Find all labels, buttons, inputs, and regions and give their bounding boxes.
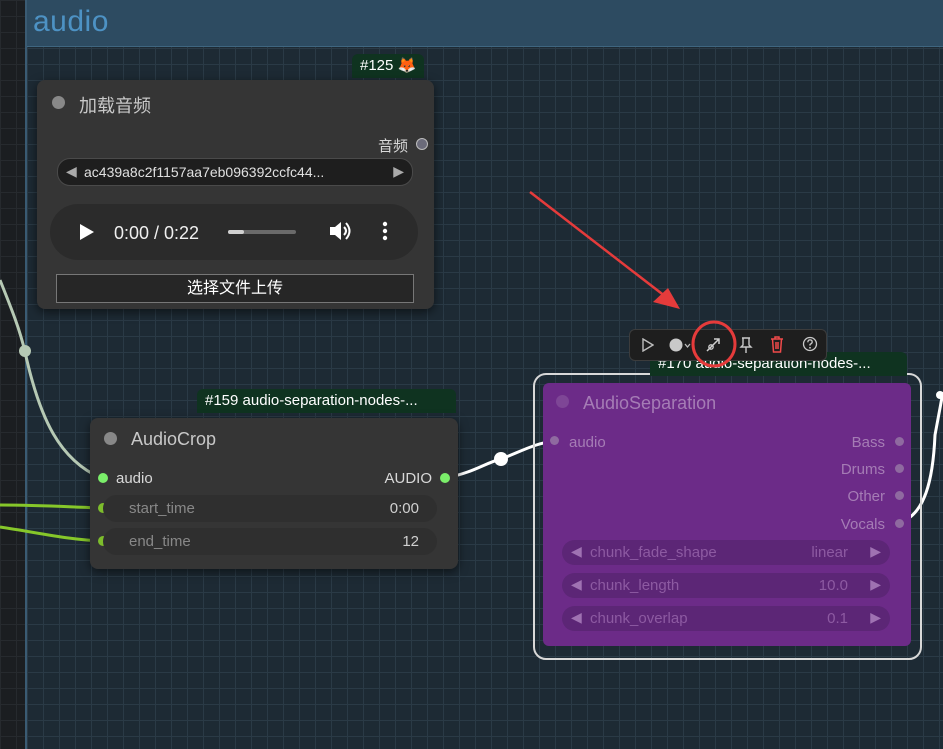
wire-start-time xyxy=(0,503,104,510)
player-progress-track[interactable] xyxy=(228,230,296,234)
delete-icon[interactable] xyxy=(770,336,784,353)
audio-separation-node[interactable]: AudioSeparation audio Bass Drums Other V… xyxy=(543,383,911,646)
audio-file-value: ac439a8c2f1157aa7eb096392ccfc44... xyxy=(84,164,325,180)
widget-left-arrow[interactable]: ◀ xyxy=(571,543,582,560)
input-slot-audio[interactable] xyxy=(98,473,108,483)
chunk-length-widget[interactable]: ◀ chunk_length 10.0 ▶ xyxy=(562,573,890,598)
audio-file-select[interactable]: ◀ ac439a8c2f1157aa7eb096392ccfc44... ▶ xyxy=(57,158,413,186)
combo-right-arrow[interactable]: ▶ xyxy=(393,163,404,180)
chunk-fade-shape-widget[interactable]: ◀ chunk_fade_shape linear ▶ xyxy=(562,540,890,565)
node-125-badge: #125 🦊 xyxy=(352,54,425,78)
widget-right-arrow[interactable]: ▶ xyxy=(870,576,881,593)
output-label-drums: Drums xyxy=(840,461,885,478)
node-collapse-dot[interactable] xyxy=(104,432,117,445)
output-label-other: Other xyxy=(847,488,885,505)
widget-label: chunk_length xyxy=(590,577,680,594)
input-slot-audio[interactable] xyxy=(550,436,559,445)
player-time: 0:00 / 0:22 xyxy=(114,223,200,243)
combo-left-arrow[interactable]: ◀ xyxy=(66,163,77,180)
widget-value: 0:00 xyxy=(389,500,419,517)
wire-midpoint-dot xyxy=(494,452,508,466)
node-title: AudioSeparation xyxy=(583,393,717,413)
wire-left-curve xyxy=(0,279,102,480)
widget-label: chunk_fade_shape xyxy=(590,544,717,561)
widget-value: 12 xyxy=(402,533,419,550)
annotation-highlight-circle xyxy=(691,320,737,368)
volume-icon[interactable] xyxy=(330,221,352,241)
player-progress-thumb[interactable] xyxy=(228,230,244,234)
chunk-overlap-widget[interactable]: ◀ chunk_overlap 0.1 ▶ xyxy=(562,606,890,631)
widget-label: chunk_overlap xyxy=(590,610,688,627)
wire-right-edge-dot xyxy=(936,391,943,399)
node-collapse-dot[interactable] xyxy=(556,395,569,408)
widget-label: end_time xyxy=(129,533,191,550)
output-slot-drums[interactable] xyxy=(895,464,904,473)
output-label-audio: 音频 xyxy=(377,138,408,155)
node-title: AudioCrop xyxy=(131,429,217,449)
input-label-audio: audio xyxy=(116,470,153,487)
output-slot-audio[interactable] xyxy=(416,138,428,150)
input-label-audio: audio xyxy=(569,434,606,451)
node-title: 加载音频 xyxy=(79,96,151,116)
audio-player[interactable]: 0:00 / 0:22 xyxy=(50,204,418,260)
node-collapse-dot[interactable] xyxy=(52,96,65,109)
play-icon[interactable] xyxy=(80,224,94,240)
output-label-bass: Bass xyxy=(851,434,885,451)
more-options-icon[interactable] xyxy=(382,221,388,241)
output-slot-audio[interactable] xyxy=(440,473,450,483)
widget-left-arrow[interactable]: ◀ xyxy=(571,609,582,626)
widget-value: 0.1 xyxy=(827,610,848,627)
pin-icon[interactable] xyxy=(739,336,753,354)
output-slot-other[interactable] xyxy=(895,491,904,500)
annotation-arrow-line xyxy=(529,191,671,301)
widget-value: linear xyxy=(811,544,848,561)
upload-file-button[interactable]: 选择文件上传 xyxy=(56,274,414,303)
audio-crop-node[interactable]: AudioCrop audio AUDIO start_time 0:00 en… xyxy=(90,418,458,569)
node-159-badge: #159 audio-separation-nodes-... xyxy=(197,389,456,413)
widget-left-arrow[interactable]: ◀ xyxy=(571,576,582,593)
start-time-widget[interactable]: start_time 0:00 xyxy=(103,495,437,522)
widget-value: 10.0 xyxy=(818,577,848,594)
load-audio-node[interactable]: 加载音频 音频 ◀ ac439a8c2f1157aa7eb096392ccfc4… xyxy=(37,80,434,309)
help-icon[interactable] xyxy=(802,336,818,352)
widget-label: start_time xyxy=(129,500,195,517)
play-icon[interactable] xyxy=(642,338,654,352)
end-time-widget[interactable]: end_time 12 xyxy=(103,528,437,555)
output-slot-vocals[interactable] xyxy=(895,519,904,528)
output-slot-bass[interactable] xyxy=(895,437,904,446)
output-label-audio: AUDIO xyxy=(384,470,432,487)
output-label-vocals: Vocals xyxy=(840,516,885,533)
widget-right-arrow[interactable]: ▶ xyxy=(870,609,881,626)
wire-reroute-dot xyxy=(19,345,31,357)
widget-right-arrow[interactable]: ▶ xyxy=(870,543,881,560)
wire-end-time xyxy=(0,525,104,543)
